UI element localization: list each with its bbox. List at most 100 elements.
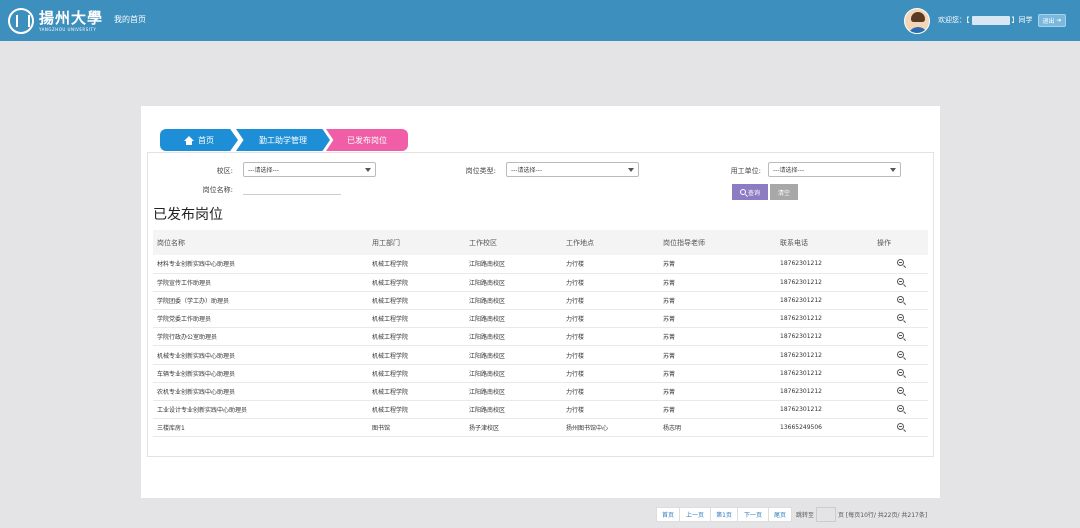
- cell-teacher: 苏菁: [659, 400, 776, 420]
- cell-department: 图书馆: [368, 418, 465, 438]
- cell-teacher: 苏菁: [659, 364, 776, 383]
- cell-location: 力行楼: [562, 364, 659, 383]
- table-row: 学院党委工作助理员 机械工程学院 江阳路南校区 力行楼 苏菁 18762301212: [153, 309, 928, 329]
- cell-post-name: 机械专业创新实践中心助理员: [153, 345, 368, 365]
- cell-department: 机械工程学院: [368, 255, 465, 274]
- search-button[interactable]: 查询: [732, 184, 768, 200]
- logo-text: 揚州大學 YANGZHOU UNIVERSITY: [39, 9, 103, 33]
- cell-campus: 江阳路南校区: [465, 291, 562, 311]
- chevron-down-icon: [890, 168, 896, 172]
- cell-post-name: 农机专业创新实践中心助理员: [153, 382, 368, 402]
- cell-post-name: 工业设计专业创新实践中心助理员: [153, 400, 368, 420]
- welcome-suffix: 】同学: [1011, 16, 1033, 24]
- cell-action: [873, 345, 928, 365]
- cell-department: 机械工程学院: [368, 400, 465, 420]
- table-row: 工业设计专业创新实践中心助理员 机械工程学院 江阳路南校区 力行楼 苏菁 18762301…: [153, 400, 928, 420]
- campus-select[interactable]: ---请选择---: [243, 162, 376, 177]
- welcome-prefix: 欢迎您：【: [938, 16, 970, 24]
- clear-button[interactable]: 清空: [770, 184, 798, 200]
- cell-department: 机械工程学院: [368, 345, 465, 365]
- cell-campus: 江阳路南校区: [465, 273, 562, 292]
- cell-action: [873, 309, 928, 329]
- cell-phone: 18762301212: [776, 255, 873, 274]
- cell-campus: 江阳路南校区: [465, 400, 562, 420]
- welcome-text: 欢迎您：【 】同学: [938, 15, 1033, 25]
- cell-location: 力行楼: [562, 345, 659, 365]
- page-last-button[interactable]: 尾页: [768, 507, 792, 522]
- view-details-icon[interactable]: [897, 295, 904, 303]
- view-details-icon[interactable]: [897, 386, 904, 394]
- chevron-down-icon: [365, 168, 371, 172]
- table-row: 车辆专业创新实践中心助理员 机械工程学院 江阳路南校区 力行楼 苏菁 1876230121…: [153, 364, 928, 383]
- chevron-down-icon: [628, 168, 634, 172]
- logout-icon: ➜: [1056, 17, 1062, 24]
- cell-teacher: 苏菁: [659, 273, 776, 292]
- unit-label: 用工单位:: [730, 167, 761, 175]
- cell-phone: 18762301212: [776, 327, 873, 347]
- cell-phone: 18762301212: [776, 364, 873, 383]
- cell-department: 机械工程学院: [368, 291, 465, 311]
- view-details-icon[interactable]: [897, 277, 904, 285]
- cell-teacher: 苏菁: [659, 327, 776, 347]
- cell-campus: 江阳路南校区: [465, 327, 562, 347]
- cell-action: [873, 255, 928, 274]
- cell-location: 力行楼: [562, 291, 659, 311]
- breadcrumb-current-label: 已发布岗位: [347, 135, 387, 145]
- cell-post-name: 学院党委工作助理员: [153, 309, 368, 329]
- page-jump-input[interactable]: [816, 507, 837, 522]
- page-current-button[interactable]: 第1页: [710, 507, 738, 522]
- page-first-button[interactable]: 首页: [656, 507, 680, 522]
- university-logo[interactable]: 揚州大學 YANGZHOU UNIVERSITY: [8, 6, 103, 36]
- cell-action: [873, 382, 928, 402]
- page-prev-button[interactable]: 上一页: [679, 507, 711, 522]
- search-icon: [739, 189, 746, 195]
- table-row: 三楼库房1 图书馆 扬子津校区 扬州图书馆中心 杨志明 13665249506: [153, 418, 928, 438]
- pagination: 首页 上一页 第1页 下一页 尾页 跳转至 页 [每页10行/ 共22页/ 共2…: [656, 507, 928, 522]
- cell-action: [873, 400, 928, 420]
- post-name-input[interactable]: [243, 184, 341, 195]
- cell-post-name: 学院宣传工作助理员: [153, 273, 368, 292]
- table-header-row: 岗位名称 用工部门 工作校区 工作地点 岗位指导老师 联系电话 操作: [153, 230, 928, 255]
- cell-campus: 江阳路南校区: [465, 255, 562, 274]
- cell-location: 力行楼: [562, 327, 659, 347]
- cell-campus: 江阳路南校区: [465, 382, 562, 402]
- type-select[interactable]: ---请选择---: [506, 162, 639, 177]
- cell-post-name: 三楼库房1: [153, 418, 368, 438]
- view-details-icon[interactable]: [897, 332, 904, 340]
- column-header-department: 用工部门: [368, 230, 465, 255]
- view-details-icon[interactable]: [897, 423, 904, 431]
- view-details-icon[interactable]: [897, 259, 904, 267]
- cell-action: [873, 291, 928, 311]
- cell-phone: 18762301212: [776, 345, 873, 365]
- cell-teacher: 苏菁: [659, 309, 776, 329]
- cell-phone: 13665249506: [776, 418, 873, 438]
- cell-department: 机械工程学院: [368, 364, 465, 383]
- page-jump-label: 跳转至: [796, 512, 815, 519]
- campus-select-value: ---请选择---: [248, 167, 279, 174]
- top-bar: 揚州大學 YANGZHOU UNIVERSITY 我的首页 欢迎您：【 】同学 …: [0, 0, 1080, 41]
- cell-campus: 江阳路南校区: [465, 309, 562, 329]
- breadcrumb-home[interactable]: 首页: [160, 129, 238, 151]
- unit-select[interactable]: ---请选择---: [768, 162, 901, 177]
- cell-department: 机械工程学院: [368, 382, 465, 402]
- column-header-post-name: 岗位名称: [153, 230, 368, 255]
- view-details-icon[interactable]: [897, 405, 904, 413]
- breadcrumb-published-posts[interactable]: 已发布岗位: [326, 129, 408, 151]
- view-details-icon[interactable]: [897, 368, 904, 376]
- view-details-icon[interactable]: [897, 350, 904, 358]
- cell-phone: 18762301212: [776, 291, 873, 311]
- cell-department: 机械工程学院: [368, 327, 465, 347]
- view-details-icon[interactable]: [897, 314, 904, 322]
- nav-my-home[interactable]: 我的首页: [114, 14, 146, 25]
- cell-campus: 江阳路南校区: [465, 364, 562, 383]
- cell-teacher: 苏菁: [659, 382, 776, 402]
- cell-post-name: 学院行政办公室助理员: [153, 327, 368, 347]
- table-row: 学院宣传工作助理员 机械工程学院 江阳路南校区 力行楼 苏菁 18762301212: [153, 273, 928, 292]
- breadcrumb-work-study[interactable]: 勤工助学管理: [236, 129, 330, 151]
- avatar[interactable]: [904, 8, 930, 34]
- page-summary: 页 [每页10行/ 共22页/ 共217条]: [838, 512, 928, 519]
- logout-button[interactable]: 退出 ➜: [1038, 14, 1066, 27]
- page-next-button[interactable]: 下一页: [737, 507, 769, 522]
- breadcrumb-home-label: 首页: [198, 135, 214, 145]
- clear-button-label: 清空: [777, 189, 790, 197]
